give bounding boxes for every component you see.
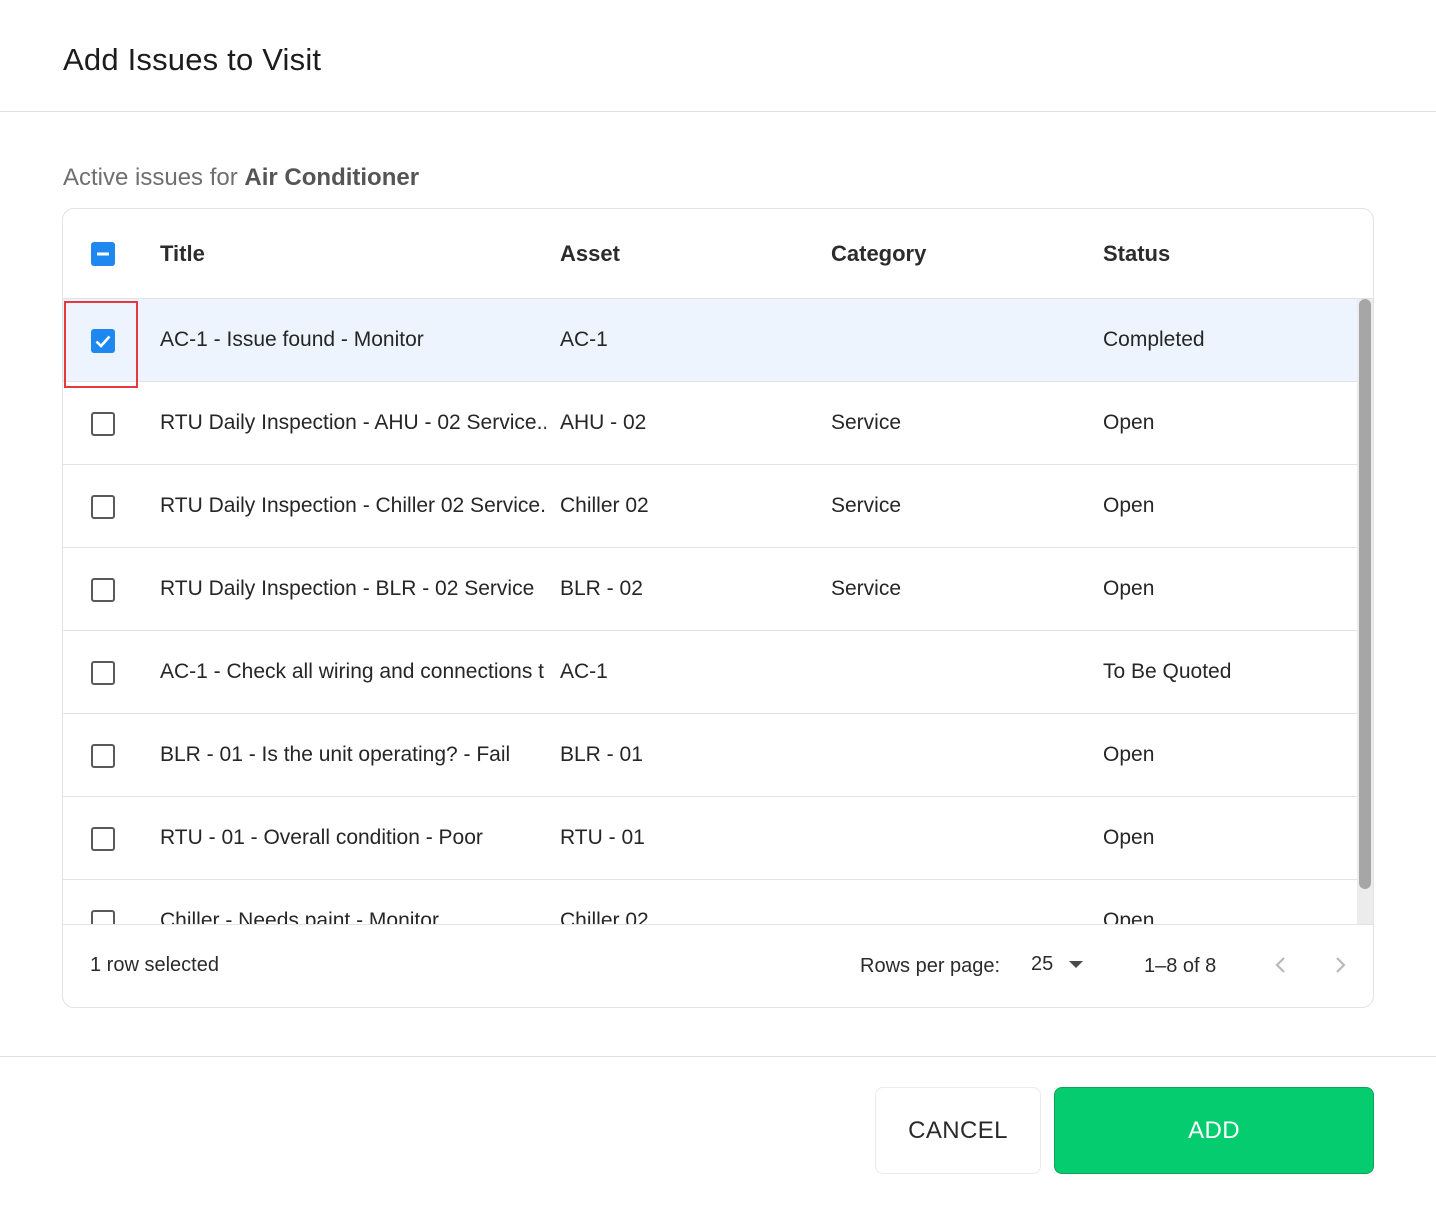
add-issues-dialog: Add Issues to Visit Active issues for Ai…	[0, 0, 1436, 1222]
dialog-title: Add Issues to Visit	[63, 42, 322, 77]
cell-title: BLR - 01 - Is the unit operating? - Fail	[160, 743, 511, 766]
cell-title: AC-1 - Issue found - Monitor	[160, 328, 424, 351]
cell-title: RTU Daily Inspection - AHU - 02 Service.…	[160, 411, 546, 434]
row-checkbox[interactable]	[91, 495, 115, 519]
scrollbar-thumb[interactable]	[1359, 299, 1371, 889]
chevron-right-icon	[1336, 957, 1346, 973]
pagination-range: 1–8 of 8	[1144, 955, 1217, 977]
table-body: AC-1 - Issue found - Monitor AC-1 Comple…	[63, 299, 1373, 924]
rows-per-page-label: Rows per page:	[860, 955, 1001, 977]
table-header-row: Title Asset Category Status	[63, 209, 1373, 299]
cell-title: Chiller - Needs paint - Monitor	[160, 909, 439, 924]
cell-asset: AC-1	[560, 328, 608, 351]
table-row[interactable]: RTU Daily Inspection - AHU - 02 Service.…	[63, 382, 1357, 465]
cell-asset: BLR - 02	[560, 577, 643, 600]
subtitle-asset-name: Air Conditioner	[244, 164, 420, 191]
cell-asset: Chiller 02	[560, 494, 649, 517]
cell-asset: RTU - 01	[560, 826, 645, 849]
rows-per-page-select[interactable]: 25	[1023, 947, 1089, 983]
checkbox-indeterminate-icon	[97, 252, 109, 256]
cell-title: AC-1 - Check all wiring and connections …	[160, 660, 545, 683]
row-checkbox[interactable]	[91, 910, 115, 924]
cell-category: Service	[831, 494, 902, 517]
cell-category: Service	[831, 577, 902, 600]
dialog-header: Add Issues to Visit	[0, 0, 1436, 112]
chevron-left-icon	[1275, 957, 1285, 973]
issues-table: Title Asset Category Status AC-1 - Issue…	[62, 208, 1374, 1008]
table-row[interactable]: AC-1 - Check all wiring and connections …	[63, 631, 1357, 714]
cell-title: RTU Daily Inspection - Chiller 02 Servic…	[160, 494, 546, 517]
row-checkbox[interactable]	[91, 827, 115, 851]
checkbox-checked-icon	[95, 335, 111, 348]
row-checkbox[interactable]	[91, 578, 115, 602]
cell-asset: Chiller 02	[560, 909, 649, 924]
column-header-asset[interactable]: Asset	[560, 241, 620, 267]
subtitle-prefix: Active issues for	[63, 164, 245, 191]
table-row[interactable]: Chiller - Needs paint - Monitor Chiller …	[63, 880, 1357, 924]
table-footer: 1 row selected Rows per page: 25 1–8 of …	[63, 924, 1373, 1007]
cancel-button[interactable]: CANCEL	[875, 1087, 1041, 1174]
cell-title: RTU Daily Inspection - BLR - 02 Service	[160, 577, 535, 600]
table-row[interactable]: RTU Daily Inspection - Chiller 02 Servic…	[63, 465, 1357, 548]
column-header-category[interactable]: Category	[831, 241, 926, 267]
cell-category: Service	[831, 411, 902, 434]
cell-asset: BLR - 01	[560, 743, 643, 766]
cell-status: Open	[1103, 909, 1155, 924]
cell-status: Open	[1103, 411, 1155, 434]
add-button[interactable]: ADD	[1054, 1087, 1374, 1174]
row-checkbox[interactable]	[91, 412, 115, 436]
cell-status: Open	[1103, 494, 1155, 517]
cell-asset: AC-1	[560, 660, 608, 683]
column-header-status[interactable]: Status	[1103, 241, 1170, 267]
rows-per-page-value: 25	[1031, 953, 1054, 975]
column-header-title[interactable]: Title	[160, 241, 205, 267]
select-all-checkbox[interactable]	[91, 242, 115, 266]
cell-status: Completed	[1103, 328, 1205, 351]
dialog-actions: CANCEL ADD	[0, 1056, 1436, 1222]
caret-down-icon	[1069, 961, 1083, 968]
cell-status: To Be Quoted	[1103, 660, 1232, 683]
row-checkbox[interactable]	[91, 329, 115, 353]
table-row[interactable]: RTU - 01 - Overall condition - Poor RTU …	[63, 797, 1357, 880]
cell-status: Open	[1103, 826, 1155, 849]
next-page-button[interactable]	[1324, 949, 1356, 981]
table-row[interactable]: RTU Daily Inspection - BLR - 02 Service …	[63, 548, 1357, 631]
cell-title: RTU - 01 - Overall condition - Poor	[160, 826, 483, 849]
row-checkbox[interactable]	[91, 744, 115, 768]
previous-page-button[interactable]	[1265, 949, 1297, 981]
cell-asset: AHU - 02	[560, 411, 647, 434]
table-row[interactable]: AC-1 - Issue found - Monitor AC-1 Comple…	[63, 299, 1357, 388]
cell-status: Open	[1103, 743, 1155, 766]
dialog-subtitle: Active issues for Air Conditioner	[63, 164, 419, 192]
row-checkbox[interactable]	[91, 661, 115, 685]
cell-status: Open	[1103, 577, 1155, 600]
table-row[interactable]: BLR - 01 - Is the unit operating? - Fail…	[63, 714, 1357, 797]
table-scrollbar[interactable]	[1357, 299, 1373, 924]
selected-count: 1 row selected	[90, 954, 219, 976]
